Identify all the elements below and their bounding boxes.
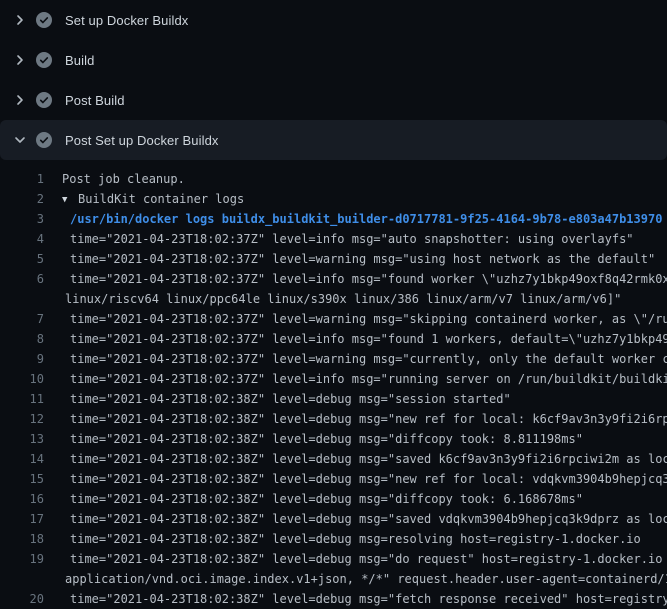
log-line-number[interactable]: 16 [0, 489, 44, 509]
log-line-text: time="2021-04-23T18:02:37Z" level=warnin… [70, 249, 655, 269]
check-circle-icon [36, 12, 52, 28]
chevron-right-icon [12, 92, 28, 108]
log-line-number[interactable]: 6 [0, 269, 44, 289]
log-line: 9 time="2021-04-23T18:02:37Z" level=warn… [0, 349, 667, 369]
log-line: 6 time="2021-04-23T18:02:37Z" level=info… [0, 269, 667, 289]
log-line-number[interactable]: 19 [0, 549, 44, 569]
log-line-number[interactable]: 15 [0, 469, 44, 489]
log-line-text: time="2021-04-23T18:02:38Z" level=debug … [70, 529, 641, 549]
log-line: 3 /usr/bin/docker logs buildx_buildkit_b… [0, 209, 667, 229]
log-line-number[interactable]: 2 [0, 189, 44, 209]
log-line-text: time="2021-04-23T18:02:37Z" level=info m… [70, 329, 667, 349]
log-line: 18 time="2021-04-23T18:02:38Z" level=deb… [0, 529, 667, 549]
log-line-number[interactable]: 5 [0, 249, 44, 269]
log-line-number[interactable]: 17 [0, 509, 44, 529]
log-line-text: time="2021-04-23T18:02:37Z" level=info m… [70, 269, 667, 289]
log-line-number[interactable]: 4 [0, 229, 44, 249]
step-label: Build [65, 53, 94, 68]
log-line-number[interactable]: 20 [0, 589, 44, 609]
log-line: 2 ▼BuildKit container logs [0, 189, 667, 209]
log-line: 8 time="2021-04-23T18:02:37Z" level=info… [0, 329, 667, 349]
log-line-number[interactable] [0, 569, 44, 589]
log-line-text: time="2021-04-23T18:02:38Z" level=debug … [70, 469, 667, 489]
log-line-text: application/vnd.oci.image.index.v1+json,… [65, 569, 667, 589]
log-line: 13 time="2021-04-23T18:02:38Z" level=deb… [0, 429, 667, 449]
log-line: 10 time="2021-04-23T18:02:37Z" level=inf… [0, 369, 667, 389]
log-line-text: time="2021-04-23T18:02:37Z" level=info m… [70, 369, 667, 389]
log-group-label: BuildKit container logs [78, 192, 244, 206]
log-line-number[interactable]: 3 [0, 209, 44, 229]
log-line: application/vnd.oci.image.index.v1+json,… [0, 569, 667, 589]
check-circle-icon [36, 52, 52, 68]
chevron-right-icon [12, 12, 28, 28]
log-line-number[interactable]: 13 [0, 429, 44, 449]
log-line: 15 time="2021-04-23T18:02:38Z" level=deb… [0, 469, 667, 489]
step-row[interactable]: Post Set up Docker Buildx [0, 120, 667, 160]
log-line: linux/riscv64 linux/ppc64le linux/s390x … [0, 289, 667, 309]
log-line-number[interactable]: 11 [0, 389, 44, 409]
log-line: 20 time="2021-04-23T18:02:38Z" level=deb… [0, 589, 667, 609]
log-line-text: time="2021-04-23T18:02:38Z" level=debug … [70, 389, 511, 409]
log-line-text: time="2021-04-23T18:02:38Z" level=debug … [70, 429, 583, 449]
log-line-text: time="2021-04-23T18:02:38Z" level=debug … [70, 409, 667, 429]
log-line: 11 time="2021-04-23T18:02:38Z" level=deb… [0, 389, 667, 409]
triangle-down-icon: ▼ [62, 190, 78, 210]
log-viewer: 1 Post job cleanup. 2 ▼BuildKit containe… [0, 169, 667, 609]
log-line-number[interactable]: 1 [0, 169, 44, 189]
log-line-text: time="2021-04-23T18:02:37Z" level=warnin… [70, 309, 667, 329]
log-line: 7 time="2021-04-23T18:02:37Z" level=warn… [0, 309, 667, 329]
log-line: 16 time="2021-04-23T18:02:38Z" level=deb… [0, 489, 667, 509]
log-line-number[interactable]: 9 [0, 349, 44, 369]
log-line-number[interactable]: 7 [0, 309, 44, 329]
step-label: Post Set up Docker Buildx [65, 133, 219, 148]
log-line-text: time="2021-04-23T18:02:37Z" level=warnin… [70, 349, 667, 369]
log-line: 19 time="2021-04-23T18:02:38Z" level=deb… [0, 549, 667, 569]
log-line: 12 time="2021-04-23T18:02:38Z" level=deb… [0, 409, 667, 429]
check-circle-icon [36, 132, 52, 148]
log-line: 4 time="2021-04-23T18:02:37Z" level=info… [0, 229, 667, 249]
log-line-text: time="2021-04-23T18:02:38Z" level=debug … [70, 549, 667, 569]
step-list: Set up Docker Buildx Build P [0, 0, 667, 160]
log-command-text: /usr/bin/docker logs buildx_buildkit_bui… [70, 209, 662, 229]
check-circle-icon [36, 92, 52, 108]
log-line-number[interactable]: 18 [0, 529, 44, 549]
log-line-text: time="2021-04-23T18:02:38Z" level=debug … [70, 509, 667, 529]
log-line-number[interactable]: 8 [0, 329, 44, 349]
step-row[interactable]: Build [0, 40, 667, 80]
log-line-text: linux/riscv64 linux/ppc64le linux/s390x … [65, 289, 621, 309]
step-label: Set up Docker Buildx [65, 13, 188, 28]
step-row[interactable]: Set up Docker Buildx [0, 0, 667, 40]
chevron-down-icon [12, 132, 28, 148]
log-line-number[interactable]: 10 [0, 369, 44, 389]
log-line-number[interactable] [0, 289, 44, 309]
log-line-text: time="2021-04-23T18:02:37Z" level=info m… [70, 229, 634, 249]
log-group-toggle[interactable]: ▼BuildKit container logs [62, 189, 244, 209]
log-line-number[interactable]: 12 [0, 409, 44, 429]
log-line-text: time="2021-04-23T18:02:38Z" level=debug … [70, 449, 667, 469]
log-line-text: Post job cleanup. [62, 169, 185, 189]
log-line-text: time="2021-04-23T18:02:38Z" level=debug … [70, 589, 667, 609]
log-line: 1 Post job cleanup. [0, 169, 667, 189]
log-line: 14 time="2021-04-23T18:02:38Z" level=deb… [0, 449, 667, 469]
log-line: 17 time="2021-04-23T18:02:38Z" level=deb… [0, 509, 667, 529]
log-line-number[interactable]: 14 [0, 449, 44, 469]
log-line-text: time="2021-04-23T18:02:38Z" level=debug … [70, 489, 583, 509]
step-row[interactable]: Post Build [0, 80, 667, 120]
step-label: Post Build [65, 93, 125, 108]
chevron-right-icon [12, 52, 28, 68]
log-line: 5 time="2021-04-23T18:02:37Z" level=warn… [0, 249, 667, 269]
